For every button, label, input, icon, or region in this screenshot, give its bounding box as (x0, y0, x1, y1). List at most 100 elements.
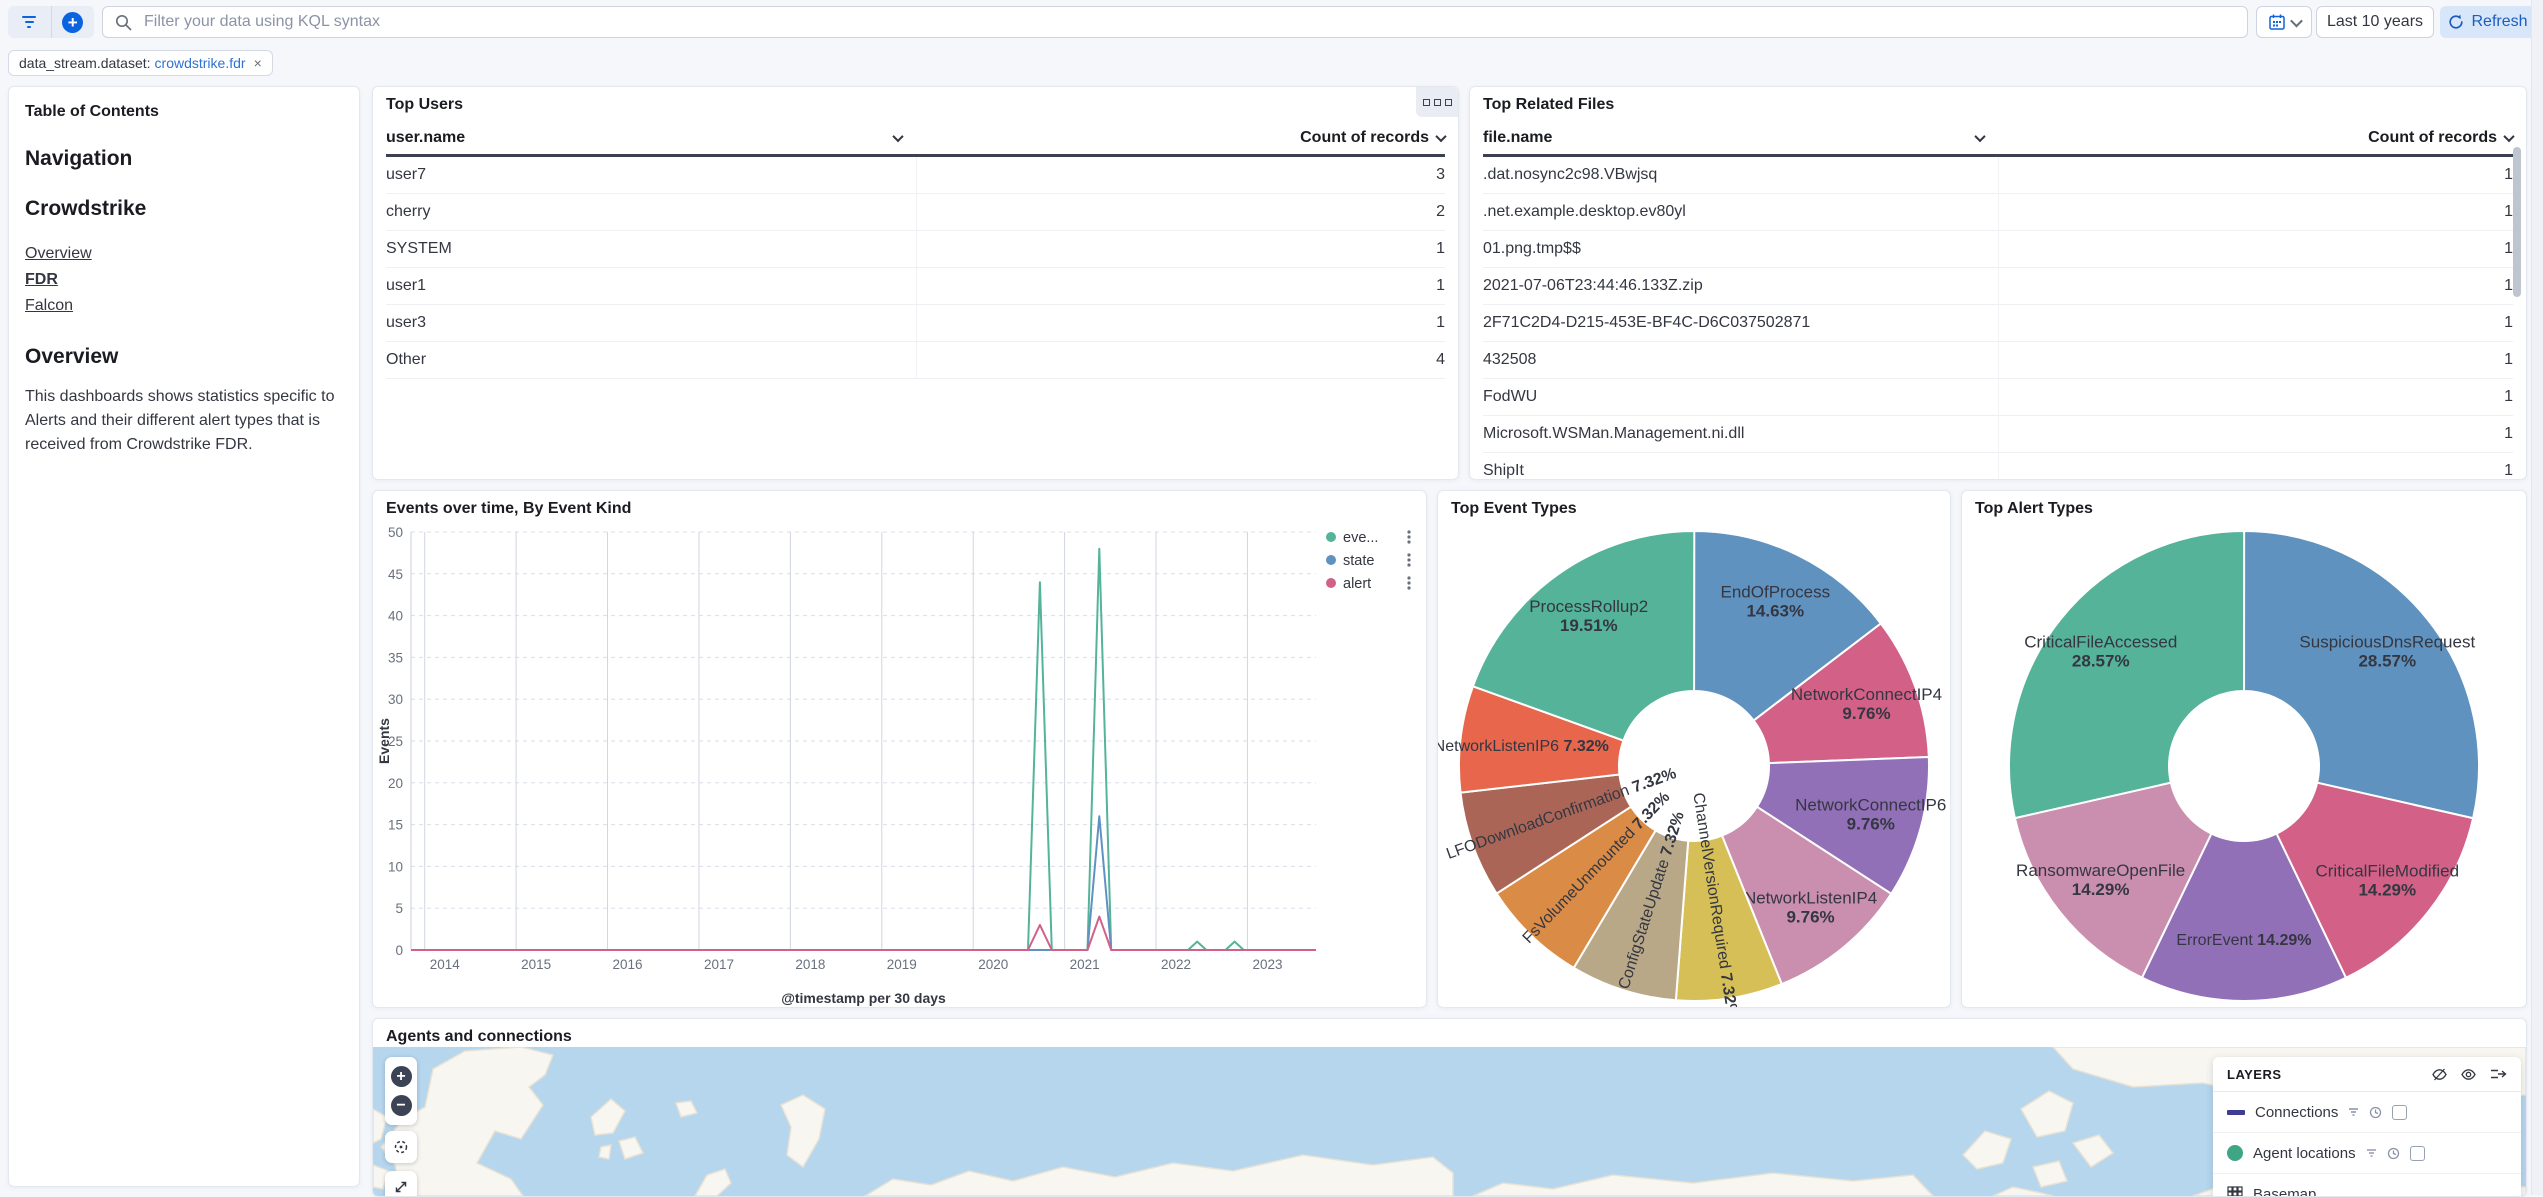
table-row[interactable]: 4325081 (1483, 342, 2513, 379)
filter-pill[interactable]: data_stream.dataset: crowdstrike.fdr × (8, 50, 273, 76)
layer-time-filter-icon[interactable] (2369, 1106, 2382, 1119)
table-row[interactable]: cherry2 (386, 194, 1445, 231)
table-row[interactable]: 2021-07-06T23:44:46.133Z.zip1 (1483, 268, 2513, 305)
table-cell[interactable]: 1 (1998, 416, 2513, 452)
refresh-button[interactable]: Refresh (2440, 6, 2536, 38)
table-cell[interactable]: 432508 (1483, 351, 1998, 369)
layer-time-filter-icon[interactable] (2387, 1147, 2400, 1160)
zoom-in-button[interactable]: + (391, 1066, 412, 1087)
column-header[interactable]: Count of records (916, 129, 1446, 147)
collapse-layers-panel-icon[interactable] (2489, 1066, 2507, 1082)
svg-text:2021: 2021 (1070, 957, 1100, 972)
date-picker-button[interactable] (2256, 6, 2312, 38)
table-cell[interactable]: 1 (1998, 379, 2513, 415)
table-cell[interactable]: SYSTEM (386, 240, 916, 258)
table-row[interactable]: user73 (386, 157, 1445, 194)
remove-filter-icon[interactable]: × (254, 55, 262, 71)
column-header[interactable]: Count of records (1998, 129, 2513, 147)
table-row[interactable]: .dat.nosync2c98.VBwjsq1 (1483, 157, 2513, 194)
filter-menu-button[interactable] (8, 6, 51, 38)
world-map[interactable] (373, 1047, 2526, 1196)
table-cell[interactable]: .dat.nosync2c98.VBwjsq (1483, 166, 1998, 184)
table-row[interactable]: .net.example.desktop.ev80yl1 (1483, 194, 2513, 231)
legend-item[interactable]: alert (1326, 576, 1411, 592)
layer-row-agent-locations[interactable]: Agent locations (2213, 1133, 2521, 1174)
time-range-button[interactable]: Last 10 years (2316, 6, 2434, 38)
legend-label[interactable]: alert (1343, 576, 1371, 592)
table-row[interactable]: Microsoft.WSMan.Management.ni.dll1 (1483, 416, 2513, 453)
layer-name: Connections (2255, 1104, 2338, 1121)
pie-slice-CriticalFileAccessed[interactable] (2009, 531, 2244, 818)
layer-row-connections[interactable]: Connections (2213, 1092, 2521, 1133)
table-cell[interactable]: 1 (1998, 342, 2513, 378)
top-users-table: user.nameCount of recordsuser73cherry2SY… (386, 121, 1445, 379)
table-cell[interactable]: 1 (1998, 194, 2513, 230)
table-cell[interactable]: 1 (916, 231, 1446, 267)
table-row[interactable]: SYSTEM1 (386, 231, 1445, 268)
layer-checkbox[interactable] (2410, 1146, 2425, 1161)
page-scrollbar[interactable] (2531, 0, 2543, 1195)
table-cell[interactable]: 1 (1998, 305, 2513, 341)
column-header[interactable]: file.name (1483, 129, 1998, 147)
pie-label: NetworkConnectIP6 (1795, 796, 1946, 815)
table-row[interactable]: Other4 (386, 342, 1445, 379)
pie-label-pct: 19.51% (1560, 616, 1618, 635)
table-row[interactable]: user31 (386, 305, 1445, 342)
layer-filter-icon[interactable] (2366, 1148, 2377, 1158)
legend-label[interactable]: state (1343, 553, 1374, 569)
zoom-out-button[interactable]: − (391, 1095, 412, 1116)
column-header[interactable]: user.name (386, 129, 916, 147)
search-input[interactable] (142, 12, 2235, 32)
table-cell[interactable]: ShipIt (1483, 462, 1998, 480)
hide-all-layers-icon[interactable] (2431, 1066, 2448, 1083)
table-cell[interactable]: 3 (916, 157, 1446, 193)
table-row[interactable]: user11 (386, 268, 1445, 305)
table-cell[interactable]: 4 (916, 342, 1446, 378)
panel-options-button[interactable] (1416, 87, 1458, 117)
table-cell[interactable]: 1 (916, 268, 1446, 304)
table-cell[interactable]: user1 (386, 277, 916, 295)
table-row[interactable]: FodWU1 (1483, 379, 2513, 416)
table-cell[interactable]: .net.example.desktop.ev80yl (1483, 203, 1998, 221)
table-cell[interactable]: Other (386, 351, 916, 369)
map-locate-button[interactable] (385, 1131, 417, 1163)
table-cell[interactable]: user3 (386, 314, 916, 332)
toc-link-falcon[interactable]: Falcon (25, 293, 343, 319)
table-cell[interactable]: 2 (916, 194, 1446, 230)
table-cell[interactable]: FodWU (1483, 388, 1998, 406)
table-cell[interactable]: cherry (386, 203, 916, 221)
table-cell[interactable]: 1 (1998, 231, 2513, 267)
layer-row-basemap[interactable]: Basemap (2213, 1174, 2521, 1197)
top-users-panel: Top Users user.nameCount of recordsuser7… (372, 86, 1459, 480)
table-cell[interactable]: 1 (1998, 453, 2513, 480)
pie-slice-SuspiciousDnsRequest[interactable] (2244, 531, 2479, 818)
kql-search-bar[interactable] (102, 6, 2248, 38)
agents-connections-map-panel: Agents and connections + − (372, 1018, 2527, 1197)
table-cell[interactable]: Microsoft.WSMan.Management.ni.dll (1483, 425, 1998, 443)
table-row[interactable]: ShipIt1 (1483, 453, 2513, 480)
table-cell[interactable]: 2F71C2D4-D215-453E-BF4C-D6C037502871 (1483, 314, 1998, 332)
events-line-chart: 0510152025303540455020142015201620172018… (373, 491, 1426, 1007)
table-cell[interactable]: 2021-07-06T23:44:46.133Z.zip (1483, 277, 1998, 295)
layer-filter-icon[interactable] (2348, 1107, 2359, 1117)
toc-link-fdr[interactable]: FDR (25, 267, 343, 293)
table-cell[interactable]: 1 (1998, 157, 2513, 193)
table-cell[interactable]: user7 (386, 166, 916, 184)
layer-checkbox[interactable] (2392, 1105, 2407, 1120)
table-row[interactable]: 2F71C2D4-D215-453E-BF4C-D6C0375028711 (1483, 305, 2513, 342)
map-fullscreen-button[interactable] (385, 1171, 417, 1197)
refresh-label: Refresh (2471, 13, 2527, 31)
legend-item[interactable]: eve... (1326, 530, 1411, 546)
toc-link-overview[interactable]: Overview (25, 241, 343, 267)
pie-label: SuspiciousDnsRequest (2299, 633, 2475, 652)
table-cell[interactable]: 1 (916, 305, 1446, 341)
legend-label[interactable]: eve... (1343, 530, 1378, 546)
show-all-layers-icon[interactable] (2460, 1066, 2477, 1083)
pie-label-pct: 14.63% (1746, 602, 1804, 621)
add-filter-button[interactable]: + (51, 6, 95, 38)
legend-item[interactable]: state (1326, 553, 1411, 569)
table-row[interactable]: 01.png.tmp$$1 (1483, 231, 2513, 268)
table-scrollbar-thumb[interactable] (2513, 147, 2521, 297)
table-cell[interactable]: 01.png.tmp$$ (1483, 240, 1998, 258)
table-cell[interactable]: 1 (1998, 268, 2513, 304)
